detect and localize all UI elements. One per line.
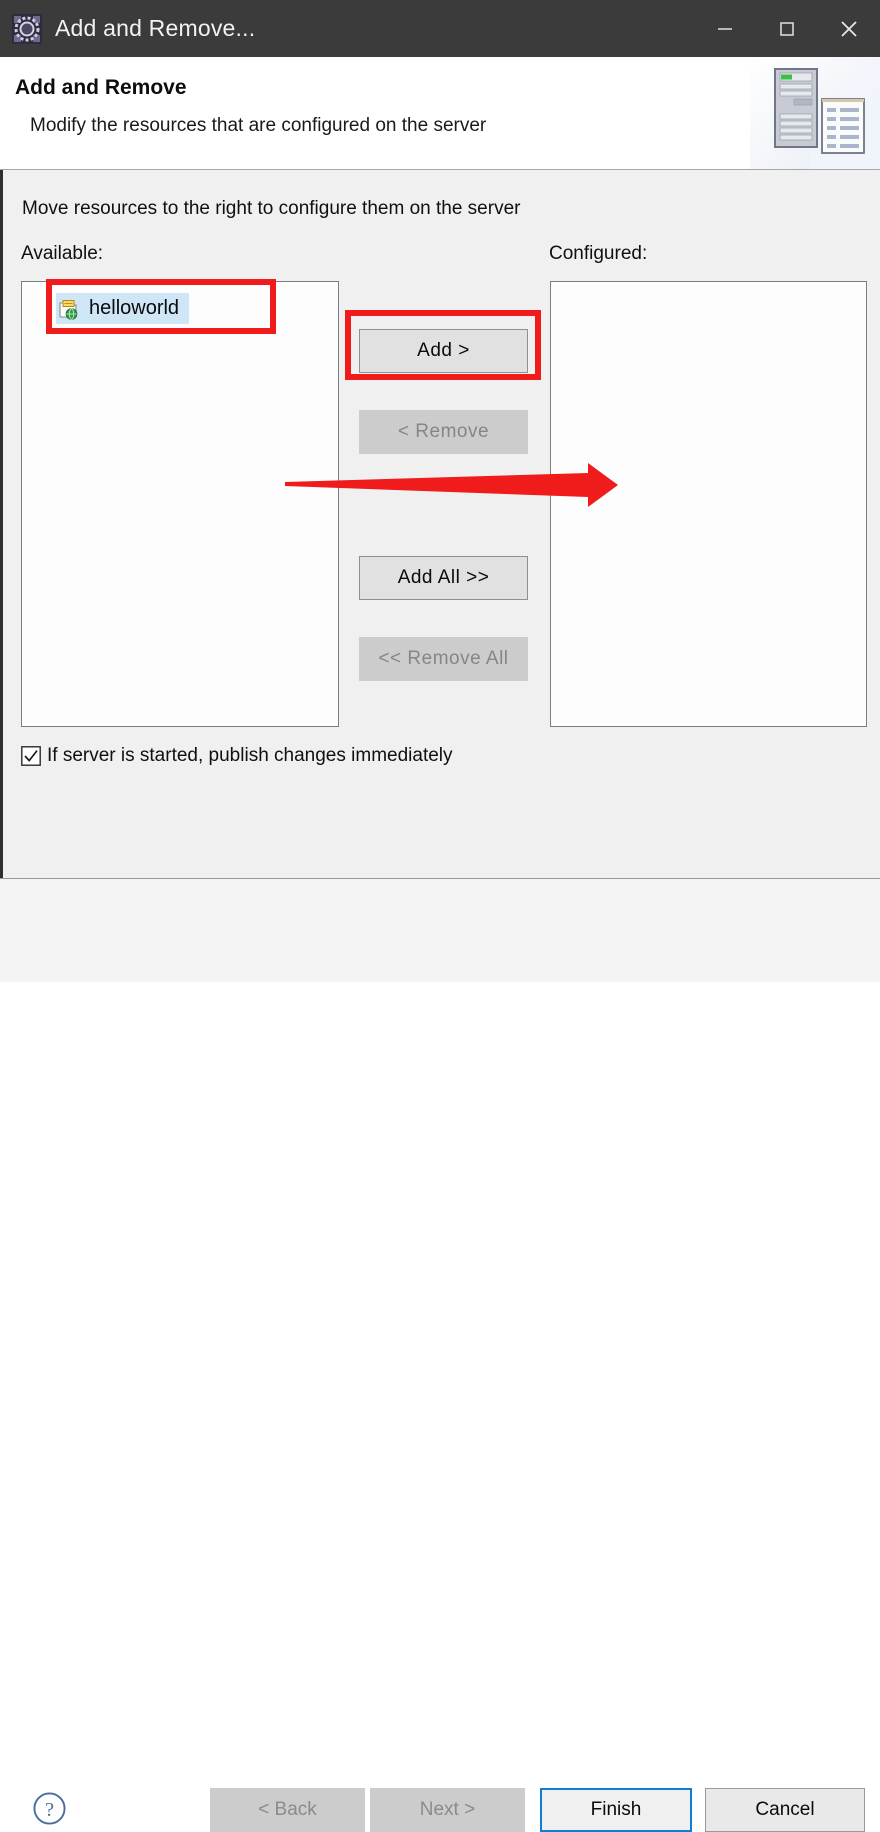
next-button-label: Next > [419, 1799, 476, 1820]
instruction-text: Move resources to the right to configure… [22, 198, 521, 219]
available-list[interactable]: helloworld [21, 281, 339, 727]
add-button-label: Add > [417, 340, 470, 361]
back-button[interactable]: < Back [210, 1788, 365, 1832]
remove-all-button[interactable]: << Remove All [359, 637, 528, 681]
close-button[interactable] [818, 0, 880, 57]
window-title: Add and Remove... [55, 15, 256, 41]
minimize-button[interactable] [694, 0, 756, 57]
next-button[interactable]: Next > [370, 1788, 525, 1832]
maximize-button[interactable] [756, 0, 818, 57]
list-item[interactable]: helloworld [56, 293, 190, 324]
list-item-label: helloworld [89, 297, 180, 319]
cancel-button[interactable]: Cancel [705, 1788, 865, 1832]
eclipse-gear-icon [12, 13, 42, 44]
dialog-left-edge [0, 170, 3, 878]
window-controls [694, 0, 880, 57]
back-button-label: < Back [258, 1799, 317, 1820]
finish-button[interactable]: Finish [540, 1788, 692, 1832]
help-icon[interactable]: ? [32, 1791, 67, 1826]
configured-list-label: Configured: [549, 243, 648, 264]
remove-button[interactable]: < Remove [359, 410, 528, 454]
page-description: Modify the resources that are configured… [30, 115, 487, 136]
publish-immediately-checkbox[interactable]: If server is started, publish changes im… [21, 745, 453, 767]
minimize-icon [718, 27, 732, 30]
title-bar: Add and Remove... [0, 0, 880, 57]
svg-text:?: ? [45, 1799, 54, 1821]
add-all-button-label: Add All >> [397, 567, 490, 588]
cancel-button-label: Cancel [755, 1799, 815, 1820]
dialog-header: Add and Remove Modify the resources that… [0, 57, 880, 170]
remove-button-label: < Remove [397, 421, 490, 442]
configured-list[interactable] [550, 281, 867, 727]
finish-button-label: Finish [590, 1799, 642, 1820]
add-and-remove-dialog: Add and Remove... Add and Remove Modify … [0, 0, 880, 1832]
available-list-label: Available: [21, 243, 104, 264]
web-project-icon [59, 299, 78, 320]
checkbox-checked-icon[interactable] [21, 746, 41, 766]
server-and-document-illustration [750, 57, 880, 169]
dialog-footer: ? < Back Next > Finish Cancel [0, 879, 880, 1832]
add-all-button[interactable]: Add All >> [359, 556, 528, 600]
maximize-icon [780, 21, 794, 36]
add-button[interactable]: Add > [359, 329, 528, 373]
close-icon [841, 20, 857, 37]
remove-all-button-label: << Remove All [378, 648, 509, 669]
page-title: Add and Remove [15, 76, 187, 99]
publish-immediately-label: If server is started, publish changes im… [47, 745, 453, 766]
